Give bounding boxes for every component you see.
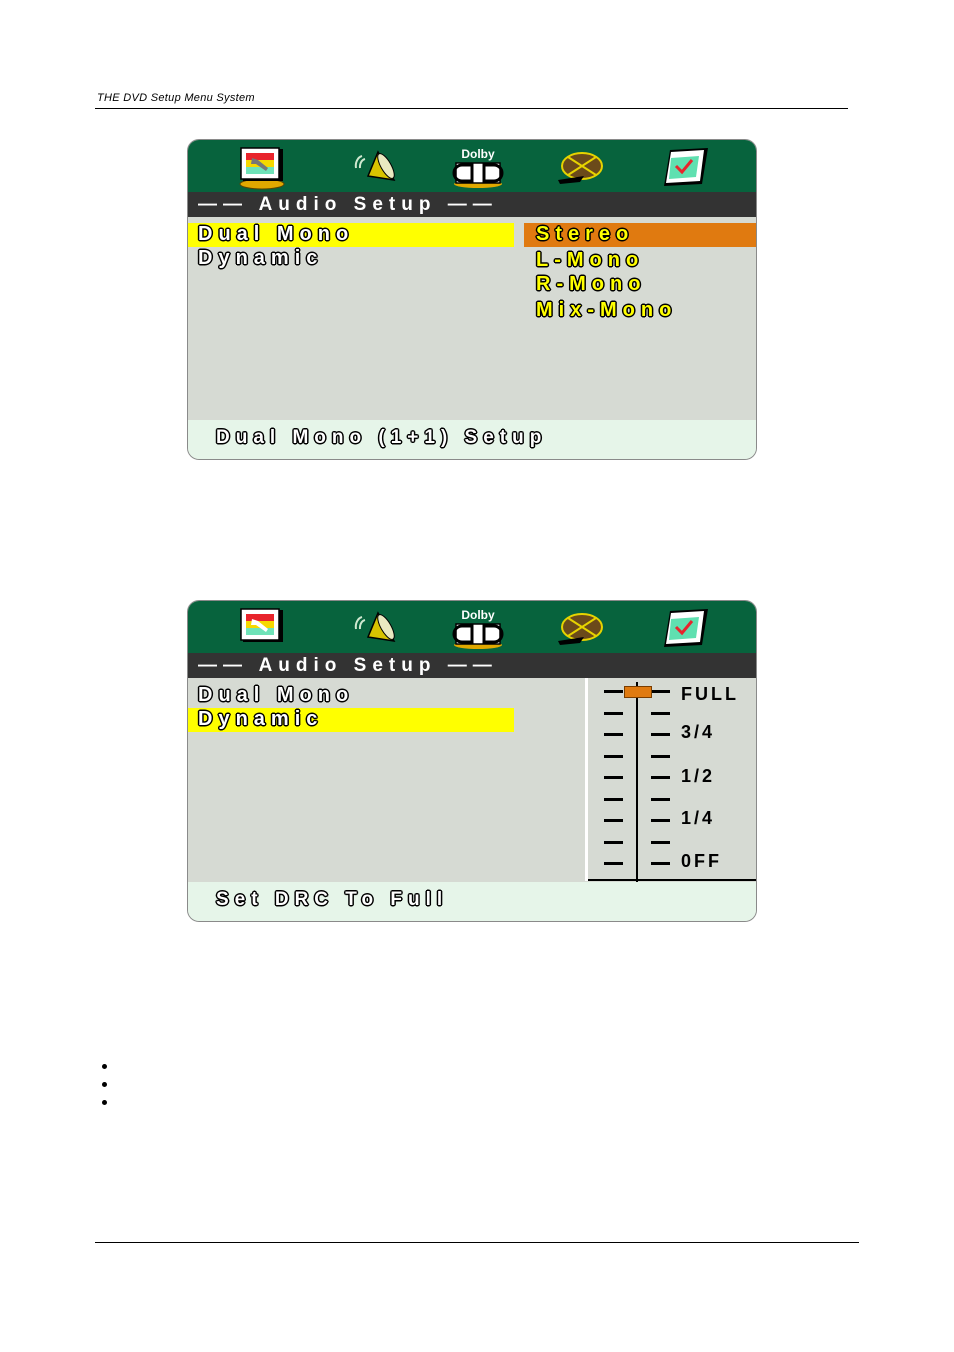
speaker-setup-icon[interactable]: [346, 146, 406, 190]
drc-slider[interactable]: FULL 3/4 1/2 1/4 0FF: [585, 678, 756, 882]
menu-content: Dual Mono Dynamic Stereo L-Mono R-Mono M…: [188, 217, 756, 420]
drc-level-three-quarters: 3/4: [681, 722, 716, 742]
drc-tick: [651, 690, 670, 693]
drc-tick: [604, 819, 623, 822]
dolby-label: Dolby: [461, 608, 495, 622]
drc-tick: [604, 690, 623, 693]
drc-tick: [604, 797, 623, 801]
video-reel-setup-icon[interactable]: [550, 607, 610, 651]
option-stereo[interactable]: Stereo: [524, 223, 756, 247]
setup-icon-bar: Dolby: [188, 601, 756, 653]
menu-item-dynamic[interactable]: Dynamic: [188, 247, 514, 271]
drc-slider-base: [588, 879, 756, 881]
drc-slider-track[interactable]: [636, 682, 638, 882]
menu-item-label: Dual Mono: [198, 684, 355, 706]
drc-tick: [604, 711, 623, 715]
menu-title: —— Audio Setup ——: [198, 655, 498, 676]
drc-tick: [651, 819, 670, 822]
drc-tick: [604, 862, 623, 865]
audio-setup-dynamic-screen: Dolby —— Audio Setup —— Dual Mono Dynami…: [187, 600, 757, 922]
dolby-digital-setup-icon[interactable]: Dolby: [448, 607, 508, 651]
menu-content: Dual Mono Dynamic FULL 3/4 1/2 1/4 0FF: [188, 678, 756, 882]
speaker-setup-icon[interactable]: [346, 607, 406, 651]
drc-tick: [651, 840, 670, 844]
option-label: L-Mono: [536, 249, 645, 271]
option-l-mono[interactable]: L-Mono: [524, 249, 756, 273]
drc-tick: [651, 711, 670, 715]
drc-tick: [651, 797, 670, 801]
preference-chart-icon[interactable]: [654, 607, 714, 651]
setup-icon-bar: Dolby: [188, 140, 756, 192]
general-setup-tv-icon[interactable]: [232, 146, 292, 190]
drc-tick: [604, 840, 623, 844]
drc-level-off: 0FF: [681, 851, 723, 871]
bullet-point: [102, 1082, 107, 1087]
menu-item-dynamic[interactable]: Dynamic: [188, 708, 514, 732]
menu-item-label: Dynamic: [198, 247, 324, 269]
drc-tick: [651, 754, 670, 758]
option-r-mono[interactable]: R-Mono: [524, 273, 756, 297]
option-mix-mono[interactable]: Mix-Mono: [524, 299, 756, 323]
drc-slider-handle[interactable]: [624, 686, 652, 698]
video-reel-setup-icon[interactable]: [550, 146, 610, 190]
menu-item-dual-mono[interactable]: Dual Mono: [188, 223, 514, 247]
status-text: Dual Mono (1+1) Setup: [216, 427, 548, 448]
drc-tick: [604, 754, 623, 758]
drc-tick: [651, 862, 670, 865]
option-label: Mix-Mono: [536, 299, 678, 321]
drc-level-half: 1/2: [681, 766, 716, 786]
dolby-digital-setup-icon[interactable]: Dolby: [448, 146, 508, 190]
drc-level-full: FULL: [681, 684, 739, 704]
preference-chart-icon[interactable]: [654, 146, 714, 190]
menu-item-label: Dual Mono: [198, 223, 355, 245]
header-rule: [95, 108, 848, 109]
option-label: R-Mono: [536, 273, 647, 295]
drc-level-quarter: 1/4: [681, 808, 716, 828]
status-bar: Set DRC To Full: [188, 882, 756, 921]
audio-setup-dual-mono-screen: Dolby —— Audio Setup —— Dual Mono Dynami…: [187, 139, 757, 460]
drc-tick: [604, 733, 623, 736]
option-label: Stereo: [536, 223, 635, 245]
menu-item-dual-mono[interactable]: Dual Mono: [188, 684, 514, 708]
status-bar: Dual Mono (1+1) Setup: [188, 420, 756, 459]
bullet-point: [102, 1100, 107, 1105]
drc-tick: [651, 776, 670, 779]
bullet-point: [102, 1064, 107, 1069]
page-header: THE DVD Setup Menu System: [97, 92, 255, 104]
footer-rule: [95, 1242, 859, 1243]
menu-title: —— Audio Setup ——: [198, 194, 498, 215]
status-text: Set DRC To Full: [216, 889, 449, 910]
menu-title-bar: —— Audio Setup ——: [188, 192, 756, 217]
drc-tick: [651, 733, 670, 736]
menu-title-bar: —— Audio Setup ——: [188, 653, 756, 678]
general-setup-tv-icon[interactable]: [232, 607, 292, 651]
dolby-label: Dolby: [461, 147, 495, 161]
menu-item-label: Dynamic: [198, 708, 324, 730]
drc-tick: [604, 776, 623, 779]
